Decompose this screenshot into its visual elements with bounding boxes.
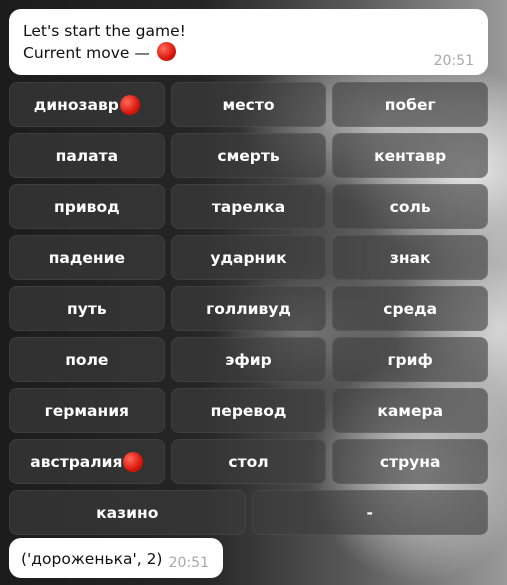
keyboard-button[interactable]: падение (9, 235, 165, 280)
keyboard-row: падение ударник знак (9, 235, 489, 280)
button-label: кентавр (374, 146, 447, 165)
keyboard-row: путь голливуд среда (9, 286, 489, 331)
keyboard-row: привод тарелка соль (9, 184, 489, 229)
keyboard-button[interactable]: казино (9, 490, 246, 535)
keyboard-row: австралия стол струна (9, 439, 489, 484)
button-label: побег (384, 95, 436, 114)
button-label: привод (54, 197, 120, 216)
game-start-message: Let's start the game! Current move — 20:… (9, 9, 488, 75)
button-label: ударник (210, 248, 287, 267)
inline-keyboard: динозавр место побег палата смерть кента… (9, 82, 489, 541)
button-label: камера (377, 401, 444, 420)
button-label: струна (379, 452, 441, 471)
keyboard-button[interactable]: - (251, 490, 488, 535)
keyboard-button[interactable]: палата (9, 133, 165, 178)
message-line-2: Current move — (23, 44, 155, 62)
button-label: - (366, 503, 373, 522)
keyboard-row: казино - (9, 490, 488, 535)
keyboard-button[interactable]: ударник (170, 235, 327, 280)
button-label: место (222, 95, 275, 114)
button-label: тарелка (211, 197, 286, 216)
red-circle-icon (123, 451, 144, 472)
button-label: знак (389, 248, 431, 267)
keyboard-button[interactable]: перевод (170, 388, 327, 433)
red-circle-icon (156, 42, 176, 61)
keyboard-button[interactable]: австралия (9, 439, 165, 484)
keyboard-button[interactable]: германия (9, 388, 165, 433)
message-time: 20:51 (433, 53, 474, 69)
keyboard-button[interactable]: стол (170, 439, 327, 484)
keyboard-button[interactable]: тарелка (170, 184, 327, 229)
keyboard-button[interactable]: поле (9, 337, 165, 382)
keyboard-button[interactable]: струна (332, 439, 489, 484)
button-label: гриф (387, 350, 433, 369)
result-message: ('дороженька', 2) 20:51 (9, 538, 223, 578)
keyboard-row: палата смерть кентавр (9, 133, 489, 178)
keyboard-button[interactable]: камера (332, 388, 489, 433)
button-label: перевод (210, 401, 287, 420)
button-label: стол (228, 452, 269, 471)
message-time: 20:51 (168, 555, 209, 571)
keyboard-row: динозавр место побег (9, 82, 489, 127)
button-label: падение (48, 248, 125, 267)
keyboard-button[interactable]: побег (332, 82, 489, 127)
keyboard-button[interactable]: место (170, 82, 327, 127)
button-label: среда (383, 299, 438, 318)
button-label: поле (65, 350, 109, 369)
keyboard-button[interactable]: кентавр (332, 133, 489, 178)
button-label: голливуд (206, 299, 291, 318)
button-label: динозавр (33, 95, 119, 114)
button-label: соль (389, 197, 431, 216)
keyboard-button[interactable]: соль (332, 184, 489, 229)
keyboard-button[interactable]: смерть (170, 133, 327, 178)
keyboard-row: германия перевод камера (9, 388, 489, 433)
keyboard-button[interactable]: гриф (332, 337, 489, 382)
keyboard-button[interactable]: среда (332, 286, 489, 331)
keyboard-button[interactable]: привод (9, 184, 165, 229)
button-label: казино (96, 503, 159, 522)
message-text: ('дороженька', 2) (21, 550, 163, 568)
keyboard-button[interactable]: голливуд (170, 286, 327, 331)
button-label: эфир (225, 350, 272, 369)
button-label: австралия (30, 452, 123, 471)
message-text: Let's start the game! Current move — (23, 20, 474, 64)
keyboard-button[interactable]: эфир (170, 337, 327, 382)
keyboard-row: поле эфир гриф (9, 337, 489, 382)
button-label: смерть (217, 146, 280, 165)
red-circle-icon (119, 94, 140, 115)
button-label: палата (55, 146, 119, 165)
keyboard-button[interactable]: путь (9, 286, 165, 331)
keyboard-button[interactable]: знак (332, 235, 489, 280)
button-label: германия (44, 401, 130, 420)
keyboard-button[interactable]: динозавр (9, 82, 165, 127)
message-line-1: Let's start the game! (23, 22, 186, 40)
button-label: путь (67, 299, 107, 318)
